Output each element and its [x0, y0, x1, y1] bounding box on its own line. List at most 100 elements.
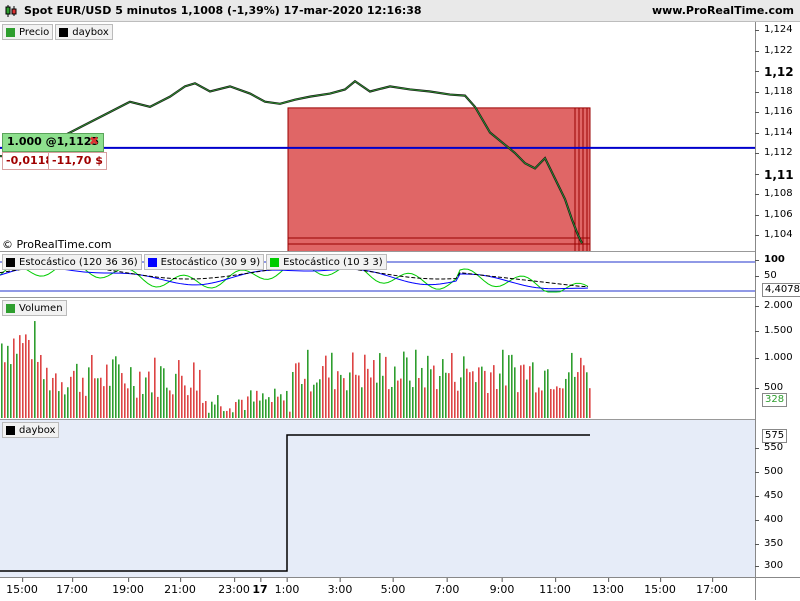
time-axis-tick: 3:00: [327, 578, 353, 596]
volume-bar: [370, 377, 372, 418]
volume-bar: [259, 400, 261, 418]
time-axis-tick: 11:00: [539, 578, 571, 596]
axis-tick: 350: [754, 538, 783, 549]
volume-bar: [418, 377, 420, 418]
volume-bar: [415, 349, 417, 418]
volume-bar: [364, 354, 366, 418]
time-axis[interactable]: 15:00 17:00 19:00 21:00 23:00 17 1:00 3:00 5:00 7…: [0, 577, 755, 601]
volume-bar: [40, 354, 42, 418]
volume-bar: [400, 378, 402, 418]
volume-bar: [154, 357, 156, 418]
legend-label: Estocástico (120 36 36): [19, 256, 138, 268]
volume-bar: [13, 338, 15, 418]
volume-bar: [169, 390, 171, 418]
volume-bar: [433, 365, 435, 418]
volume-bar: [535, 392, 537, 418]
volume-bar: [136, 397, 138, 418]
legend-chip-daybox[interactable]: daybox: [55, 24, 113, 40]
volume-panel[interactable]: Volumen: [0, 298, 755, 420]
axis-corner: [755, 577, 800, 600]
precio-swatch-icon: [6, 27, 15, 37]
volume-bar: [355, 374, 357, 418]
daybox-chart[interactable]: [0, 420, 755, 577]
axis-tick: 1,114: [755, 127, 793, 138]
volume-bar: [106, 364, 108, 418]
legend-chip-precio[interactable]: Precio: [2, 24, 54, 40]
volume-bar: [484, 370, 486, 418]
volume-bar: [502, 349, 504, 418]
time-axis-tick: 19:00: [112, 578, 144, 596]
volume-bar: [121, 373, 123, 418]
volume-bar: [373, 360, 375, 418]
time-axis-tick: 7:00: [434, 578, 460, 596]
volume-bar: [424, 387, 426, 418]
volume-bar: [211, 401, 213, 418]
daybox-swatch-icon: [59, 27, 69, 37]
volume-bar: [67, 387, 69, 418]
volume-bar: [124, 383, 126, 418]
time-axis-tick: 17:00: [696, 578, 728, 596]
volume-bar: [79, 391, 81, 418]
volume-bar: [577, 372, 579, 418]
stoch-10-swatch-icon: [270, 257, 280, 267]
stoch-120-swatch-icon: [6, 257, 15, 267]
volume-bar: [46, 367, 48, 418]
axis-tick: 500: [754, 382, 783, 393]
volume-bar: [328, 377, 330, 418]
volume-bar: [142, 393, 144, 418]
axis-tick: 1,112: [755, 147, 793, 158]
volume-bar: [352, 352, 354, 418]
volume-bar: [247, 396, 249, 418]
volume-bar: [238, 399, 240, 418]
daybox-value-label: 575: [762, 429, 788, 443]
volume-bar: [454, 381, 456, 418]
volume-bar: [181, 375, 183, 418]
volume-chart[interactable]: [0, 298, 755, 420]
volume-bar: [217, 395, 219, 418]
legend-chip-stoch-30[interactable]: Estocástico (30 9 9): [143, 254, 265, 270]
daybox-panel[interactable]: daybox: [0, 420, 755, 577]
volume-bar: [469, 372, 471, 418]
time-axis-tick: 5:00: [380, 578, 406, 596]
brand-label: www.ProRealTime.com: [651, 4, 794, 17]
volume-bar: [298, 362, 300, 418]
volume-bar: [139, 371, 141, 418]
price-chart[interactable]: [0, 22, 755, 252]
price-axis[interactable]: 1,124 1,122 1,12 1,118 1,116 1,114 1,112 1,11 1,…: [755, 22, 800, 252]
daybox-axis[interactable]: 575 550 500 450 400 350 300: [754, 420, 800, 577]
volume-bar: [388, 389, 390, 418]
volume-axis[interactable]: 2.000 1.500 1.000 500 328: [754, 298, 800, 420]
volume-bar: [208, 412, 210, 418]
volume-bar: [250, 390, 252, 418]
volume-bar: [22, 343, 24, 418]
close-icon[interactable]: ✖: [89, 134, 101, 148]
volume-bar: [286, 390, 288, 418]
volume-bar: [85, 395, 87, 418]
volume-bar: [301, 383, 303, 418]
volume-bar: [307, 349, 309, 418]
volume-bar: [580, 357, 582, 418]
stochastic-legend: Estocástico (120 36 36) Estocástico (30 …: [2, 254, 387, 270]
volume-bar: [31, 359, 33, 418]
volume-bar: [232, 412, 234, 418]
volume-bar: [223, 411, 225, 418]
volume-bar: [34, 321, 36, 418]
legend-chip-stoch-120[interactable]: Estocástico (120 36 36): [2, 254, 142, 270]
volume-bar: [451, 353, 453, 418]
volume-bar: [1, 343, 3, 418]
volume-bar: [88, 367, 90, 418]
price-panel[interactable]: Precio daybox: [0, 22, 755, 252]
volume-bar: [556, 386, 558, 418]
legend-chip-stoch-10[interactable]: Estocástico (10 3 3): [266, 254, 387, 270]
volume-bar: [442, 359, 444, 418]
volume-bar: [4, 362, 6, 418]
volume-bar: [589, 388, 591, 418]
legend-chip-daybox-indicator[interactable]: daybox: [2, 422, 60, 438]
daybox-line: [0, 434, 590, 572]
stochastic-panel[interactable]: Estocástico (120 36 36) Estocástico (30 …: [0, 252, 755, 298]
volume-bar: [55, 373, 57, 418]
legend-chip-volumen[interactable]: Volumen: [2, 300, 67, 316]
stochastic-axis[interactable]: 100 50 4,4078: [755, 252, 800, 298]
volumen-swatch-icon: [6, 303, 15, 313]
volume-bar: [274, 388, 276, 418]
